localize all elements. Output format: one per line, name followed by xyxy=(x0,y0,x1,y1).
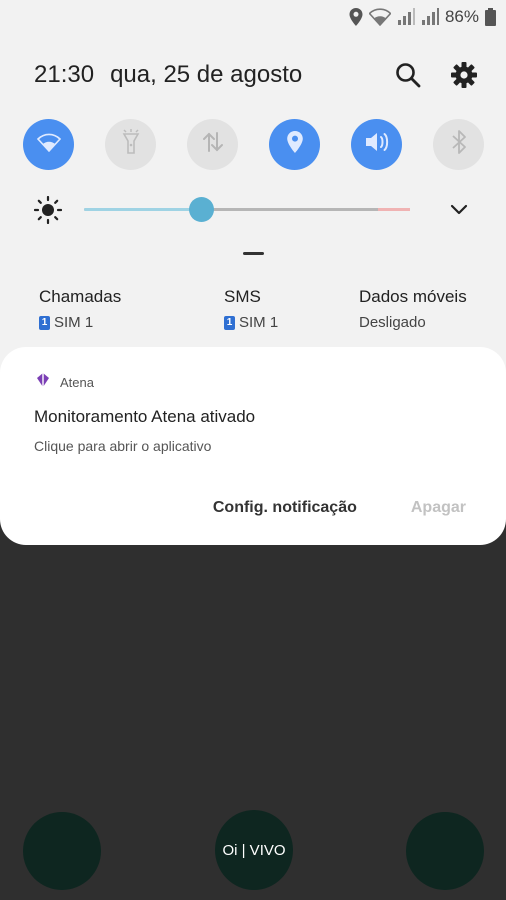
notification-settings-button[interactable]: Config. notificação xyxy=(213,499,357,517)
sim-badge-icon: 1 xyxy=(224,315,235,330)
battery-percent: 86% xyxy=(444,7,479,26)
brightness-row xyxy=(33,192,470,226)
sim-data-subtitle: Desligado xyxy=(359,314,426,331)
notification-app-name: Atena xyxy=(60,375,94,390)
shade-header: 21:30 qua, 25 de agosto xyxy=(34,58,478,92)
toggle-sound[interactable] xyxy=(351,119,402,170)
location-icon xyxy=(286,130,304,159)
status-bar: 86% xyxy=(0,0,506,34)
brightness-fill xyxy=(84,208,202,211)
chevron-down-icon[interactable] xyxy=(448,198,470,220)
sim-sms[interactable]: SMS 1 SIM 1 xyxy=(224,287,278,331)
sim-calls-title: Chamadas xyxy=(39,287,122,306)
sim-calls[interactable]: Chamadas 1 SIM 1 xyxy=(39,287,121,331)
bluetooth-icon xyxy=(451,129,467,160)
sim-sms-subtitle: SIM 1 xyxy=(239,314,279,331)
location-icon xyxy=(349,8,363,26)
toggle-mobile-data[interactable] xyxy=(187,119,238,170)
operator-label: Oi | VIVO xyxy=(215,810,293,890)
wifi-icon xyxy=(36,132,61,157)
atena-app-icon xyxy=(36,372,50,393)
date: qua, 25 de agosto xyxy=(110,61,303,88)
notification-text: Clique para abrir o aplicativo xyxy=(34,438,212,454)
clear-button[interactable]: Apagar xyxy=(411,499,466,517)
sim-sms-title: SMS xyxy=(224,287,261,306)
sim-mobile-data[interactable]: Dados móveis Desligado xyxy=(359,287,467,331)
drag-handle[interactable] xyxy=(243,252,264,255)
brightness-icon xyxy=(33,195,63,225)
sim-calls-subtitle: SIM 1 xyxy=(54,314,94,331)
search-icon[interactable] xyxy=(394,61,422,89)
signal-sim1-icon xyxy=(397,8,415,26)
notification-card[interactable]: Atena Monitoramento Atena ativado Clique… xyxy=(0,347,506,545)
sim-info-row: Chamadas 1 SIM 1 SMS 1 SIM 1 Dados móvei… xyxy=(0,287,506,337)
data-transfer-icon xyxy=(201,130,225,159)
battery-icon xyxy=(485,8,496,26)
toggle-bluetooth[interactable] xyxy=(433,119,484,170)
notification-title: Monitoramento Atena ativado xyxy=(34,407,256,426)
right-home-button[interactable] xyxy=(406,812,484,890)
toggle-wifi[interactable] xyxy=(23,119,74,170)
brightness-thumb[interactable] xyxy=(189,197,215,222)
sound-icon xyxy=(364,131,390,158)
clock: 21:30 xyxy=(34,61,95,88)
wifi-icon xyxy=(368,8,391,26)
toggle-location[interactable] xyxy=(269,119,320,170)
notification-app-header: Atena xyxy=(36,372,94,393)
brightness-high-zone xyxy=(378,208,410,211)
sim-badge-icon: 1 xyxy=(39,315,50,330)
brightness-slider[interactable] xyxy=(84,208,410,211)
quick-toggles xyxy=(23,119,484,170)
flashlight-icon xyxy=(122,129,140,160)
toggle-flashlight[interactable] xyxy=(105,119,156,170)
sim-data-title: Dados móveis xyxy=(359,287,467,306)
signal-sim2-icon xyxy=(421,8,439,26)
notification-actions: Config. notificação Apagar xyxy=(213,499,466,517)
left-home-button[interactable] xyxy=(23,812,101,890)
settings-icon[interactable] xyxy=(450,61,478,89)
